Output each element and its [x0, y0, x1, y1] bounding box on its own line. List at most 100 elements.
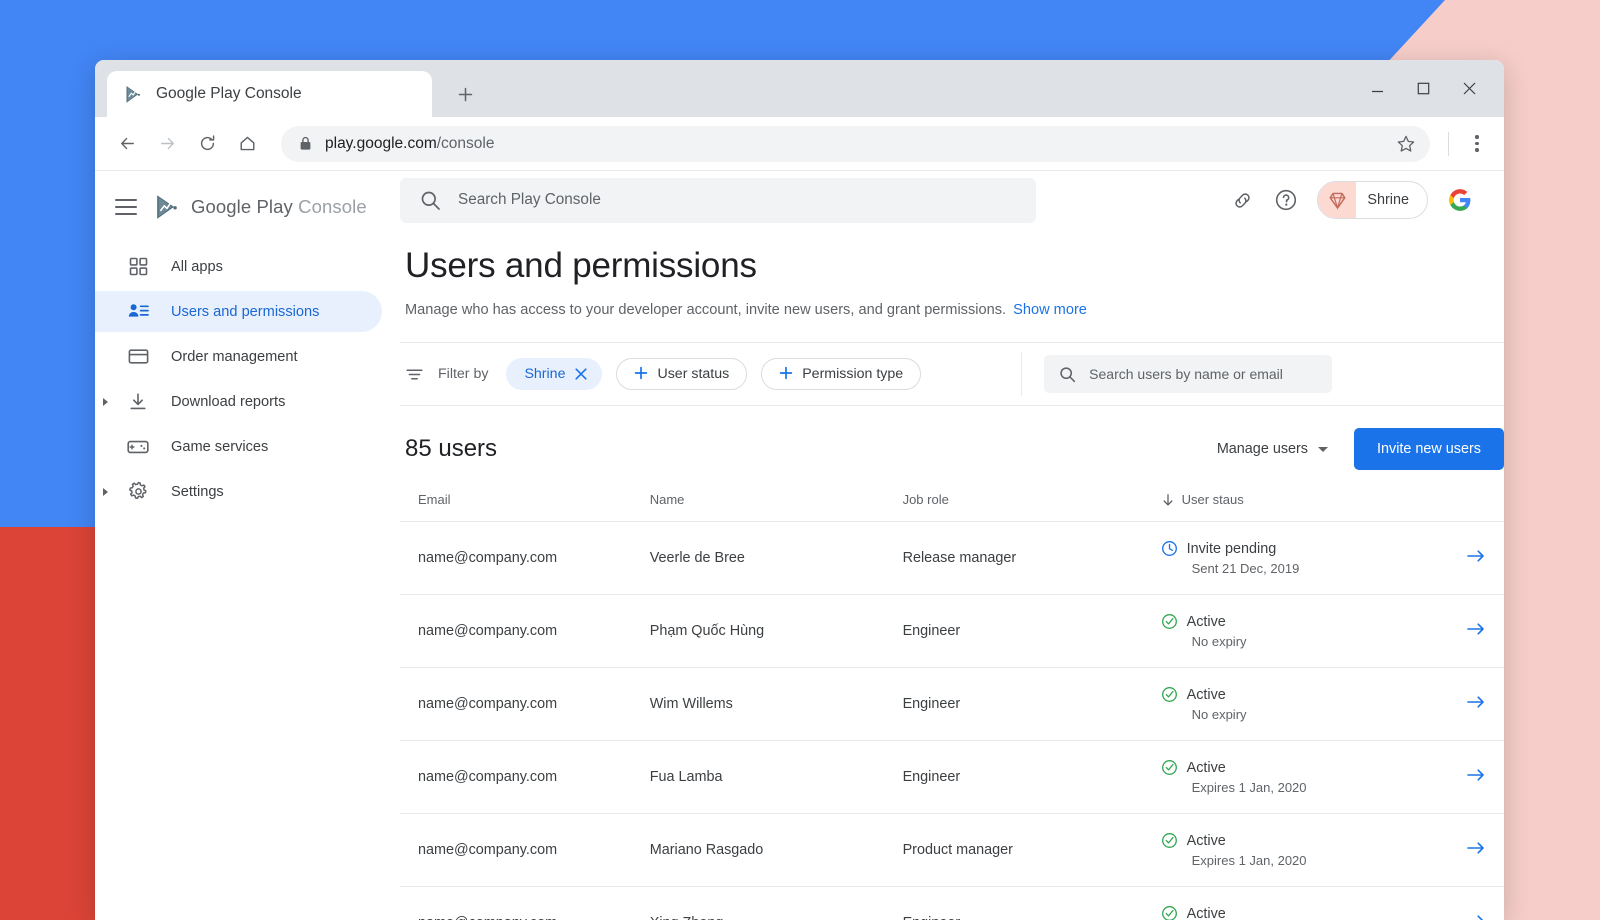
invite-new-users-button[interactable]: Invite new users [1354, 428, 1504, 470]
window-minimize-button[interactable] [1354, 60, 1400, 117]
users-table-body: name@company.comVeerle de BreeRelease ma… [400, 522, 1504, 920]
table-row[interactable]: name@company.comVeerle de BreeRelease ma… [400, 522, 1504, 595]
console-search-box[interactable]: Search Play Console [400, 178, 1036, 223]
clock-icon [1161, 540, 1178, 557]
expand-caret-icon[interactable] [103, 398, 108, 406]
user-search-input[interactable]: Search users by name or email [1044, 355, 1332, 393]
browser-tab[interactable]: Google Play Console [107, 71, 432, 117]
arrow-right-icon[interactable] [1466, 839, 1486, 857]
column-header-user-status[interactable]: User staus [1161, 492, 1442, 522]
url-path: /console [437, 135, 495, 152]
window-maximize-button[interactable] [1400, 60, 1446, 117]
sidebar-item-label: Users and permissions [171, 304, 319, 320]
user-search-placeholder: Search users by name or email [1089, 366, 1283, 382]
hamburger-menu-icon[interactable] [115, 199, 137, 215]
expand-caret-icon[interactable] [103, 488, 108, 496]
bookmark-button[interactable] [1396, 134, 1416, 154]
status-detail: Sent 21 Dec, 2019 [1192, 561, 1442, 576]
maximize-icon [1417, 82, 1430, 95]
search-icon [420, 190, 441, 211]
arrow-right-icon[interactable] [1466, 620, 1486, 638]
sidebar-item-label: All apps [171, 259, 223, 275]
arrow-down-icon [1161, 493, 1175, 507]
address-bar-url: play.google.com/console [325, 135, 494, 153]
arrow-right-icon[interactable] [1466, 912, 1486, 920]
sidebar-item-users-and-permissions[interactable]: Users and permissions [95, 291, 382, 332]
arrow-right-icon[interactable] [1466, 547, 1486, 565]
status-badge: Invite pending [1187, 541, 1277, 557]
window-controls [1354, 60, 1504, 117]
chevron-down-icon [1318, 447, 1328, 452]
sidebar-item-download-reports[interactable]: Download reports [95, 381, 382, 422]
link-button[interactable] [1229, 187, 1255, 213]
google-account-avatar[interactable] [1446, 186, 1474, 214]
new-tab-button[interactable] [448, 77, 482, 111]
filter-divider [1021, 352, 1022, 396]
filter-controls: Filter by Shrine [405, 358, 921, 390]
brand-lockup[interactable]: Google Play Console [155, 194, 367, 221]
home-button[interactable] [229, 126, 265, 162]
sidebar-item-game-services[interactable]: Game services [95, 426, 382, 467]
sidebar-item-settings[interactable]: Settings [95, 471, 382, 512]
filter-chip-label: Permission type [802, 366, 903, 382]
cell-user-status: ActiveNo expiry [1161, 595, 1442, 668]
cell-row-action[interactable] [1442, 595, 1504, 668]
table-row[interactable]: name@company.comPhạm Quốc HùngEngineer A… [400, 595, 1504, 668]
sidebar-item-all-apps[interactable]: All apps [95, 246, 382, 287]
status-detail: No expiry [1192, 634, 1442, 649]
cell-name: Wim Willems [650, 668, 903, 741]
cell-job-role: Engineer [903, 668, 1161, 741]
account-chip[interactable]: Shrine [1317, 181, 1428, 219]
credit-card-icon [127, 346, 149, 368]
check-circle-icon [1161, 613, 1178, 630]
address-bar[interactable]: play.google.com/console [281, 126, 1430, 162]
close-icon [1462, 81, 1477, 96]
user-count-label: 85 users [405, 435, 497, 463]
cell-job-role: Engineer [903, 887, 1161, 920]
cell-email: name@company.com [400, 595, 650, 668]
filter-chip-label: Shrine [524, 366, 565, 382]
grid-apps-icon [127, 256, 149, 278]
table-row[interactable]: name@company.comFua LambaEngineer Active… [400, 741, 1504, 814]
cell-row-action[interactable] [1442, 814, 1504, 887]
cell-job-role: Engineer [903, 595, 1161, 668]
status-badge: Active [1187, 760, 1226, 776]
window-close-button[interactable] [1446, 60, 1492, 117]
google-play-favicon-icon [125, 85, 143, 104]
sidebar-item-order-management[interactable]: Order management [95, 336, 382, 377]
plus-icon [458, 87, 473, 102]
column-header-job-role[interactable]: Job role [903, 492, 1161, 522]
cell-row-action[interactable] [1442, 668, 1504, 741]
cell-row-action[interactable] [1442, 522, 1504, 595]
back-button[interactable] [109, 126, 145, 162]
forward-button[interactable] [149, 126, 185, 162]
filter-chip-shrine[interactable]: Shrine [506, 358, 602, 390]
cell-job-role: Product manager [903, 814, 1161, 887]
table-row[interactable]: name@company.comXing ZhengEngineer Activ… [400, 887, 1504, 920]
cell-name: Fua Lamba [650, 741, 903, 814]
url-domain: play.google.com [325, 135, 437, 152]
browser-window: Google Play Console [95, 60, 1504, 920]
reload-button[interactable] [189, 126, 225, 162]
close-icon[interactable] [574, 367, 588, 381]
arrow-right-icon[interactable] [1466, 766, 1486, 784]
cell-row-action[interactable] [1442, 887, 1504, 920]
column-header-actions [1442, 492, 1504, 522]
arrow-right-icon[interactable] [1466, 693, 1486, 711]
help-button[interactable] [1273, 187, 1299, 213]
toolbar-divider [1448, 132, 1449, 156]
show-more-link[interactable]: Show more [1013, 302, 1087, 318]
column-label: Email [418, 492, 451, 507]
table-row[interactable]: name@company.comWim WillemsEngineer Acti… [400, 668, 1504, 741]
cell-row-action[interactable] [1442, 741, 1504, 814]
table-row[interactable]: name@company.comMariano RasgadoProduct m… [400, 814, 1504, 887]
filter-chip-user-status[interactable]: User status [616, 358, 747, 390]
cell-name: Xing Zheng [650, 887, 903, 920]
filter-chip-permission-type[interactable]: Permission type [761, 358, 921, 390]
manage-users-dropdown[interactable]: Manage users [1217, 441, 1328, 457]
brand-primary: Google Play [191, 196, 293, 217]
browser-menu-button[interactable] [1462, 127, 1492, 161]
column-header-name[interactable]: Name [650, 492, 903, 522]
download-icon [127, 391, 149, 413]
column-header-email[interactable]: Email [400, 492, 650, 522]
